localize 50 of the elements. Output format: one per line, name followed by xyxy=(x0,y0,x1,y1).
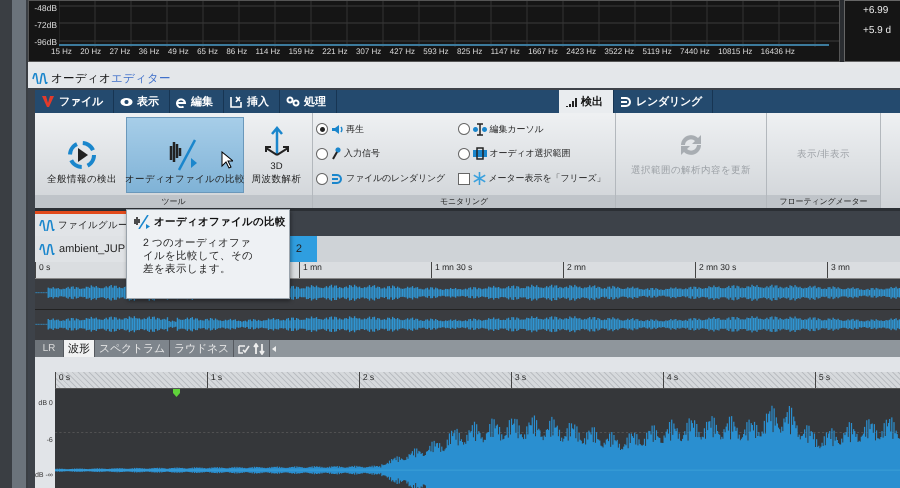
frequency-label: 7440 Hz xyxy=(680,47,710,58)
frequency-label: 65 Hz xyxy=(197,47,218,58)
frequency-label: 2423 Hz xyxy=(566,47,596,58)
group-label: ツール xyxy=(35,195,312,208)
frequency-label: 825 Hz xyxy=(456,47,482,58)
time-label: 2 mn 30 s xyxy=(695,262,827,278)
time-label: 3 mn xyxy=(827,262,900,278)
option-label: 再生 xyxy=(346,122,364,136)
frequency-label: 86 Hz xyxy=(226,47,248,58)
frequency-label: 1667 Hz xyxy=(528,47,558,58)
time-label: 1 mn 30 s xyxy=(431,262,563,278)
time-label: 0 s xyxy=(54,372,207,388)
frequency-label: 27 Hz xyxy=(109,47,130,58)
option-label: オーディオ選択範囲 xyxy=(490,147,570,160)
frequency-label: 3522 Hz xyxy=(604,47,634,58)
frequency-label: 593 Hz xyxy=(423,47,449,58)
time-label: 1 s xyxy=(206,372,359,388)
option-label: ファイルのレンダリング xyxy=(346,172,445,186)
frequency-label: 20 Hz xyxy=(80,47,102,58)
frequency-label: 36 Hz xyxy=(138,47,160,58)
time-label: 2 s xyxy=(358,372,511,388)
db-label: -96dB xyxy=(34,37,57,47)
meter-reading: +6.99 xyxy=(863,5,890,16)
frequency-label: 114 Hz xyxy=(256,47,280,58)
frequency-label: 5119 Hz xyxy=(642,47,672,58)
time-label: 4 s xyxy=(662,372,815,388)
time-label: 1 mn xyxy=(299,262,431,278)
group-label: フローティングメーター xyxy=(767,195,880,208)
time-label: 2 mn xyxy=(563,262,695,278)
frequency-label: 49 Hz xyxy=(168,47,189,58)
time-label: 3 s xyxy=(510,372,663,388)
frequency-label: 427 Hz xyxy=(390,47,415,58)
option-label: 入力信号 xyxy=(344,147,380,160)
frequency-label: 16436 Hz xyxy=(760,47,795,58)
tooltip-title: オーディオファイルの比較 xyxy=(154,215,286,229)
option-label: 編集カーソル xyxy=(490,122,544,136)
window-title: オーディオエディター xyxy=(51,72,171,86)
meter-reading: +5.9 d xyxy=(863,25,892,36)
channel-label: LR xyxy=(35,340,63,357)
db-label: -48dB xyxy=(34,3,57,13)
frequency-label: 221 Hz xyxy=(322,47,348,58)
time-label: 5 s xyxy=(814,372,900,388)
db-label: -72dB xyxy=(34,20,57,30)
option-label: メーター表示を「フリーズ」 xyxy=(488,172,606,186)
frequency-label: 159 Hz xyxy=(288,47,314,58)
frequency-label: 1147 Hz xyxy=(490,47,520,58)
frequency-label: 10815 Hz xyxy=(718,47,752,58)
frequency-label: 15 Hz xyxy=(51,47,72,58)
frequency-label: 307 Hz xyxy=(356,47,382,58)
group-label: モニタリング xyxy=(313,195,615,208)
